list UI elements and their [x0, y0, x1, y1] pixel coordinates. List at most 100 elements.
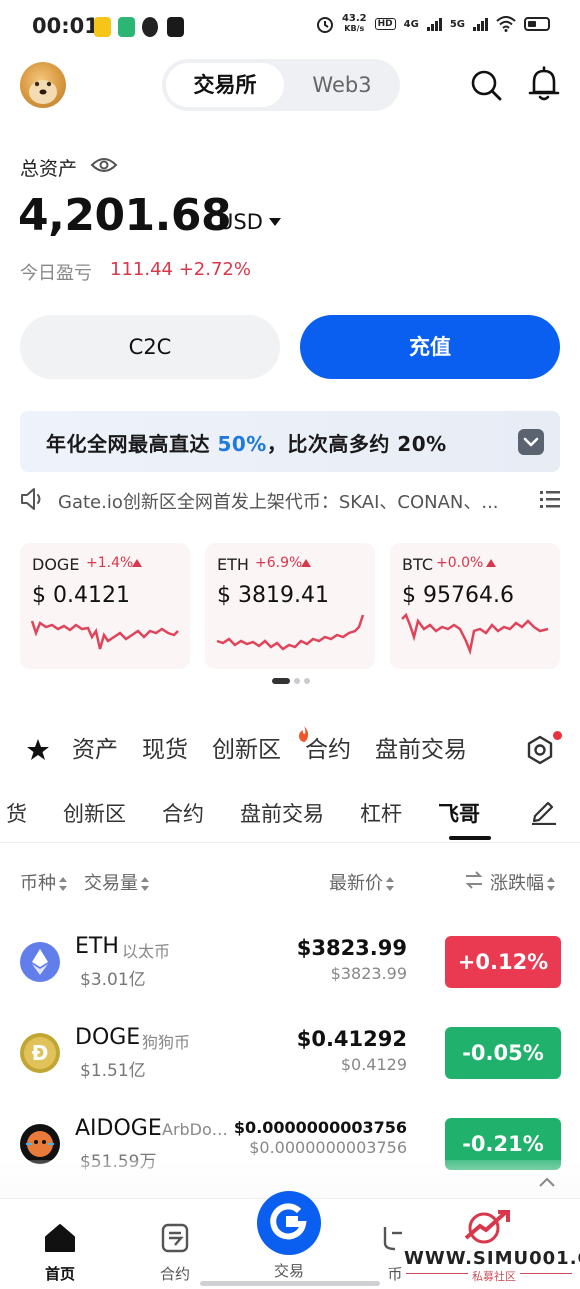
status-time: 00:01	[32, 14, 99, 38]
header-change: 涨跌幅	[490, 873, 544, 894]
sort-icon	[141, 877, 149, 891]
header-volume: 交易量	[84, 873, 138, 894]
nav-trade-label: 交易	[273, 1262, 304, 1280]
market-segment-switch: 交易所 Web3	[162, 59, 400, 111]
app-notification-icon	[94, 17, 111, 37]
subtab-innovation[interactable]: 创新区	[63, 798, 126, 828]
subtab-futures[interactable]: 合约	[162, 798, 204, 828]
c2c-button[interactable]: C2C	[20, 315, 280, 379]
sort-price[interactable]: 最新价	[329, 869, 394, 895]
ticker-card-doge[interactable]: DOGE +1.4% $ 0.4121	[20, 543, 190, 669]
last-price: $3823.99	[296, 936, 407, 960]
watermark-site: WWW.SIMU001.CN	[404, 1248, 580, 1269]
table-row[interactable]: Ð DOGE 狗狗币 $1.51亿 $0.41292 $0.4129 -0.05…	[0, 1011, 580, 1097]
banner-text: 年化全网最高直达 50%，比次高多约 20%	[46, 428, 447, 457]
change-badge[interactable]: +0.12%	[445, 936, 561, 988]
last-price-fiat: $0.4129	[340, 1055, 407, 1074]
chevron-up-icon[interactable]	[538, 1176, 556, 1188]
announcement-text[interactable]: Gate.io创新区全网首发上架代币：SKAI、CONAN、...	[58, 488, 518, 514]
ticker-price: $ 95764.6	[402, 583, 514, 608]
change-badge[interactable]: -0.05%	[445, 1027, 561, 1079]
network-speed: 43.2 KB/s	[342, 14, 367, 34]
subtab-spot[interactable]: 货	[6, 798, 27, 828]
sort-icon	[547, 877, 555, 891]
subtab-premarket[interactable]: 盘前交易	[240, 798, 324, 828]
banner-highlight: 50%	[217, 432, 267, 456]
home-icon	[45, 1224, 75, 1252]
avatar[interactable]	[20, 62, 66, 108]
coin-volume: $3.01亿	[80, 970, 146, 990]
watermark-logo-icon	[464, 1210, 510, 1244]
tab-premarket[interactable]: 盘前交易	[375, 730, 467, 764]
promo-banner[interactable]: 年化全网最高直达 50%，比次高多约 20%	[20, 411, 560, 472]
alarm-icon	[316, 17, 333, 33]
notification-dot	[553, 731, 562, 740]
watermark-sub: 私募社区	[468, 1268, 520, 1284]
gate-logo-icon	[270, 1203, 307, 1240]
last-price-fiat: $3823.99	[330, 964, 407, 983]
qq-icon	[142, 17, 158, 37]
subtab-margin[interactable]: 杠杆	[360, 798, 402, 828]
coin-name: 狗狗币	[142, 1033, 191, 1052]
doge-icon: Ð	[20, 1033, 60, 1073]
carousel-indicator	[272, 678, 310, 684]
caret-down-icon[interactable]	[268, 217, 282, 227]
ticker-change: +0.0%	[436, 555, 484, 571]
last-price: $0.0000000003756	[233, 1118, 407, 1137]
list-icon[interactable]	[540, 489, 560, 509]
settings-icon[interactable]	[524, 734, 556, 766]
currency-selector[interactable]: USD	[218, 210, 263, 234]
sparkline-doge	[30, 620, 179, 650]
flame-icon	[299, 726, 309, 742]
active-tab-indicator	[449, 836, 491, 840]
today-pnl-value: 111.44 +2.72%	[110, 259, 251, 280]
bell-icon[interactable]	[527, 66, 561, 102]
ticker-card-btc[interactable]: BTC +0.0% $ 95764.6	[390, 543, 560, 669]
tab-web3[interactable]: Web3	[288, 63, 396, 107]
sort-volume[interactable]: 交易量	[84, 869, 149, 895]
tab-futures[interactable]: 合约	[305, 730, 351, 764]
tab-exchange[interactable]: 交易所	[166, 63, 284, 107]
sort-change[interactable]: 涨跌幅	[490, 869, 555, 895]
tab-assets[interactable]: 资产	[72, 730, 118, 764]
nav-futures[interactable]: 合约	[140, 1223, 210, 1284]
eye-icon[interactable]	[90, 155, 118, 175]
sort-icon	[59, 877, 67, 891]
futures-icon	[161, 1223, 189, 1253]
deposit-button[interactable]: 充值	[300, 315, 560, 379]
coin-name: 以太币	[122, 942, 171, 961]
tabs-fade	[460, 724, 520, 774]
edit-icon[interactable]	[530, 797, 558, 825]
ticker-change: +6.9%	[255, 555, 303, 571]
trade-button[interactable]	[257, 1191, 321, 1255]
total-assets-label: 总资产	[20, 158, 78, 180]
sort-coin[interactable]: 币种	[20, 869, 67, 895]
speaker-icon	[21, 488, 41, 510]
app-notification-icon	[118, 17, 135, 37]
nav-home[interactable]: 首页	[25, 1223, 95, 1284]
subtab-custom[interactable]: 飞哥	[438, 798, 480, 828]
wifi-icon	[496, 16, 516, 32]
speed-value: 43.2	[341, 13, 367, 24]
ticker-price: $ 0.4121	[32, 583, 130, 608]
star-icon[interactable]	[26, 738, 50, 762]
expand-icon[interactable]	[518, 429, 544, 455]
search-icon[interactable]	[469, 68, 503, 102]
network-4g: 4G	[403, 18, 419, 30]
coin-symbol: AIDOGE	[75, 1116, 162, 1141]
today-pnl-label: 今日盈亏	[20, 263, 92, 284]
table-row[interactable]: ETH 以太币 $3.01亿 $3823.99 $3823.99 +0.12%	[0, 920, 580, 1006]
ticker-change: +1.4%	[86, 555, 134, 571]
battery-icon	[524, 17, 550, 31]
ticker-symbol: DOGE	[32, 555, 80, 574]
category-tabs: 资产 现货 创新区 合约 盘前交易	[72, 730, 467, 764]
swap-icon[interactable]	[464, 871, 484, 889]
last-price-fiat: $0.0000000003756	[249, 1138, 407, 1157]
ticker-card-eth[interactable]: ETH +6.9% $ 3819.41	[205, 543, 375, 669]
sub-tabs: 货 创新区 合约 盘前交易 杠杆 飞哥	[6, 798, 516, 828]
status-bar: 00:01 43.2 KB/s HD 4G 5G	[0, 0, 580, 56]
tab-spot[interactable]: 现货	[142, 730, 188, 764]
ticker-symbol: ETH	[217, 555, 249, 574]
header-price: 最新价	[329, 873, 383, 894]
tab-innovation[interactable]: 创新区	[212, 730, 281, 764]
